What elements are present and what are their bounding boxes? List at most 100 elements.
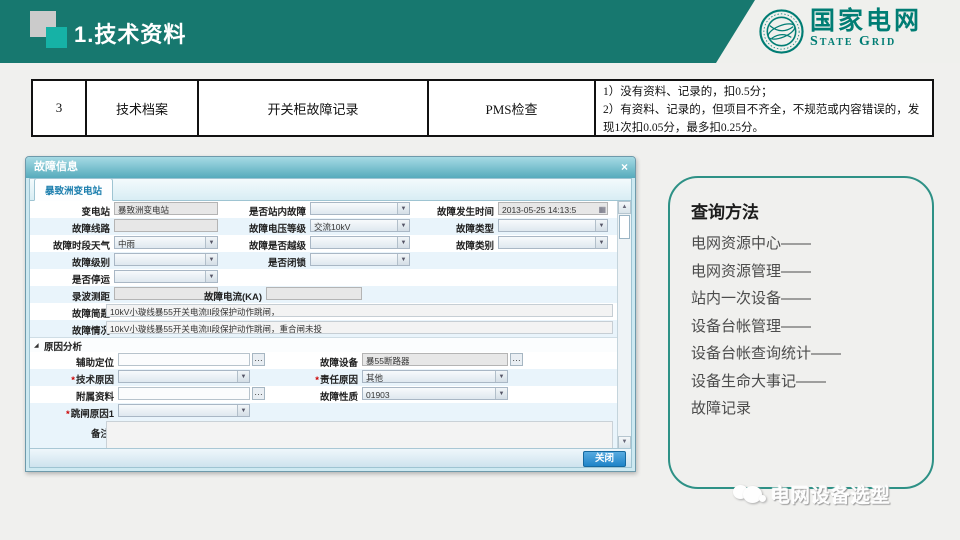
dialog-titlebar[interactable]: 故障信息 × xyxy=(26,157,635,178)
scroll-up-icon[interactable]: ▲ xyxy=(618,201,631,214)
chevron-down-icon[interactable]: ▼ xyxy=(397,220,409,231)
aux-locate-picker-button[interactable]: … xyxy=(252,353,265,366)
line-label: 故障线路 xyxy=(32,221,110,233)
in-station-label: 是否站内故障 xyxy=(226,204,306,216)
aux-locate-field[interactable] xyxy=(118,353,250,366)
chevron-down-icon[interactable]: ▼ xyxy=(397,254,409,265)
level-label: 故障级别 xyxy=(32,255,110,267)
trip-reason-label-text: 跳闸原因1 xyxy=(71,409,114,420)
fault-type-select[interactable]: ▼ xyxy=(498,219,608,232)
wave-distance-label: 录波测距 xyxy=(32,289,110,301)
form-row: 录波测距 故障电流(KA) xyxy=(30,286,617,303)
form-row: 故障线路 故障电压等级 交流10kV▼ 故障类型 ▼ xyxy=(30,218,617,235)
brief-field[interactable]: 10kV小璇线暴55开关电流II段保护动作跳闸， xyxy=(106,304,613,317)
query-path-item: 故障记录 xyxy=(691,395,932,423)
outage-label: 是否停运 xyxy=(32,272,110,284)
overstep-select[interactable]: ▼ xyxy=(310,236,410,249)
trip-reason-label: *跳闸原因1 xyxy=(32,406,114,418)
resp-reason-select[interactable]: 其他▼ xyxy=(362,370,508,383)
logo-en: State Grid xyxy=(810,35,922,49)
situation-label: 故障情况 xyxy=(32,323,110,335)
tech-reason-label: *技术原因 xyxy=(32,372,114,384)
in-station-select[interactable]: ▼ xyxy=(310,202,410,215)
resp-reason-label-text: 责任原因 xyxy=(320,375,358,386)
attachment-field[interactable] xyxy=(118,387,250,400)
category-label: 故障类别 xyxy=(418,238,494,250)
form-row: 附属资料 … 故障性质 01903▼ xyxy=(30,386,617,403)
query-path-item: 设备生命大事记—— xyxy=(691,368,932,396)
weather-select[interactable]: 中雨▼ xyxy=(114,236,218,249)
form-row: 变电站 暴致洲变电站 是否站内故障 ▼ 故障发生时间 2013-05-25 14… xyxy=(30,201,617,218)
chat-bubble-icon xyxy=(759,495,766,502)
trip-reason-select[interactable]: ▼ xyxy=(118,404,250,417)
voltage-value: 交流10kV xyxy=(314,222,350,232)
device-field[interactable]: 暴55断路器 xyxy=(362,353,508,366)
attachment-picker-button[interactable]: … xyxy=(252,387,265,400)
chevron-down-icon[interactable]: ▼ xyxy=(237,371,249,382)
device-label: 故障设备 xyxy=(282,355,358,367)
fault-current-field[interactable] xyxy=(266,287,362,300)
remark-label: 备注 xyxy=(32,426,110,438)
chevron-down-icon[interactable]: ▼ xyxy=(205,237,217,248)
occur-time-field[interactable]: 2013-05-25 14:13:5 ▦ xyxy=(498,202,608,215)
dialog-title: 故障信息 xyxy=(34,161,78,173)
occur-time-label: 故障发生时间 xyxy=(418,204,494,216)
page-title: 1.技术资料 xyxy=(74,17,186,49)
remark-textarea[interactable] xyxy=(106,421,613,449)
chevron-down-icon[interactable]: ▼ xyxy=(237,405,249,416)
outage-select[interactable]: ▼ xyxy=(114,270,218,283)
chevron-down-icon[interactable]: ▼ xyxy=(397,237,409,248)
criteria-line: 2）有资料、记录的，但项目不齐全，不规范或内容错误的，发现1次扣0.05分，最多… xyxy=(603,102,925,138)
tech-reason-select[interactable]: ▼ xyxy=(118,370,250,383)
logo-text: 国家电网 State Grid xyxy=(810,9,922,49)
occur-time-value: 2013-05-25 14:13:5 xyxy=(502,205,576,215)
query-path-item: 设备台帐查询统计—— xyxy=(691,340,932,368)
chevron-down-icon[interactable]: ▼ xyxy=(205,271,217,282)
interlock-select[interactable]: ▼ xyxy=(310,253,410,266)
fault-info-dialog: 故障信息 × 暴致洲变电站 变电站 暴致洲变电站 是否站内故障 ▼ 故障发生时间… xyxy=(25,156,636,472)
device-picker-button[interactable]: … xyxy=(510,353,523,366)
form-row: 故障时段天气 中雨▼ 故障是否越级 ▼ 故障类别 ▼ xyxy=(30,235,617,252)
required-icon: * xyxy=(315,375,319,386)
chevron-down-icon[interactable]: ▼ xyxy=(397,203,409,214)
scrollbar-thumb[interactable] xyxy=(619,215,630,239)
close-button[interactable]: 关闭 xyxy=(583,451,626,467)
chevron-down-icon[interactable]: ▼ xyxy=(495,371,507,382)
dialog-body: 暴致洲变电站 变电站 暴致洲变电站 是否站内故障 ▼ 故障发生时间 2013-0… xyxy=(29,178,632,468)
table-cell-criteria: 1）没有资料、记录的，扣0.5分； 2）有资料、记录的，但项目不齐全，不规范或内… xyxy=(596,81,932,135)
query-path-item: 电网资源管理—— xyxy=(691,258,932,286)
chevron-down-icon[interactable]: ▼ xyxy=(595,237,607,248)
logo-area: 国家电网 State Grid xyxy=(698,0,960,63)
form-row: *跳闸原因1 ▼ xyxy=(30,403,617,420)
line-field[interactable] xyxy=(114,219,218,232)
category-select[interactable]: ▼ xyxy=(498,236,608,249)
state-grid-emblem-icon xyxy=(758,8,805,55)
aux-locate-label: 辅助定位 xyxy=(32,355,114,367)
fault-type-label: 故障类型 xyxy=(418,221,494,233)
nature-label: 故障性质 xyxy=(282,389,358,401)
situation-field[interactable]: 10kV小璇线暴55开关电流II段保护动作跳闸，重合闸未投 xyxy=(106,321,613,334)
voltage-select[interactable]: 交流10kV ▼ xyxy=(310,219,410,232)
fault-form: 变电站 暴致洲变电站 是否站内故障 ▼ 故障发生时间 2013-05-25 14… xyxy=(30,201,617,449)
form-row: 故障级别 ▼ 是否闭锁 ▼ xyxy=(30,252,617,269)
form-row: 辅助定位 … 故障设备 暴55断路器 … xyxy=(30,352,617,369)
nature-select[interactable]: 01903▼ xyxy=(362,387,508,400)
query-path-item: 站内一次设备—— xyxy=(691,285,932,313)
form-scrollbar[interactable]: ▲ ▼ xyxy=(617,201,631,449)
form-row: 是否停运 ▼ xyxy=(30,269,617,286)
table-cell-row-no: 3 xyxy=(33,81,87,135)
level-select[interactable]: ▼ xyxy=(114,253,218,266)
interlock-label: 是否闭锁 xyxy=(226,255,306,267)
chevron-down-icon[interactable]: ▼ xyxy=(595,220,607,231)
calendar-icon[interactable]: ▦ xyxy=(598,205,606,214)
tab-substation[interactable]: 暴致洲变电站 xyxy=(34,178,113,201)
collapse-icon[interactable]: ◢ xyxy=(34,342,39,349)
form-row: 故障情况 10kV小璇线暴55开关电流II段保护动作跳闸，重合闸未投 xyxy=(30,320,617,337)
substation-field[interactable]: 暴致洲变电站 xyxy=(114,202,218,215)
cause-analysis-section-header[interactable]: ◢ 原因分析 xyxy=(30,337,617,352)
chevron-down-icon[interactable]: ▼ xyxy=(205,254,217,265)
query-path-item: 设备台帐管理—— xyxy=(691,313,932,341)
close-icon[interactable]: × xyxy=(621,157,628,178)
substation-label: 变电站 xyxy=(32,204,110,216)
chevron-down-icon[interactable]: ▼ xyxy=(495,388,507,399)
